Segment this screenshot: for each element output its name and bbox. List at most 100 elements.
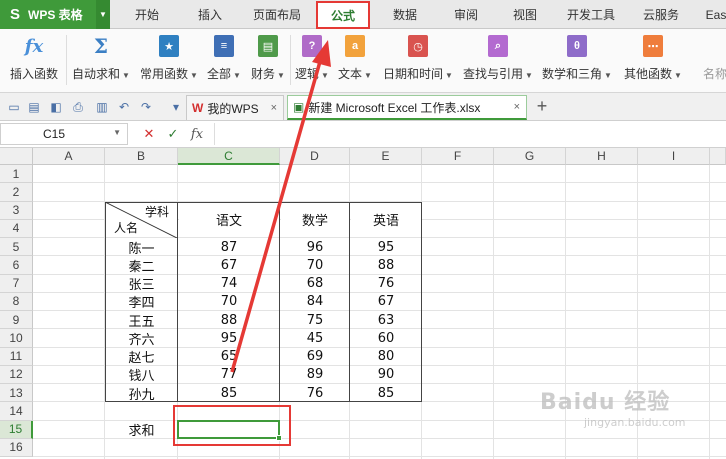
row-header-15[interactable]: 15: [0, 420, 33, 439]
row-header-9[interactable]: 9: [0, 311, 33, 330]
ribbon-button-7[interactable]: ◷ 日期和时间 ▼: [380, 32, 456, 88]
save-icon[interactable]: ▤: [26, 99, 42, 115]
ribbon-button-0[interactable]: fx 插入函数: [4, 32, 64, 88]
sigma-icon: Σ: [93, 34, 109, 58]
ribbon-label-text: 其他函数: [624, 67, 673, 81]
row-header-11[interactable]: 11: [0, 347, 33, 366]
ribbon-button-label: 自动求和 ▼: [72, 65, 130, 82]
theta-icon: θ: [567, 35, 587, 57]
row-header-2[interactable]: 2: [0, 183, 33, 202]
row-header-10[interactable]: 10: [0, 329, 33, 348]
ribbon-button-11[interactable]: 名称: [700, 32, 726, 88]
chevron-down-icon: ▼: [525, 71, 533, 80]
menu-tab-8[interactable]: 云服务: [631, 0, 691, 29]
document-tab-0[interactable]: W 我的WPS ×: [186, 95, 284, 120]
column-header-h[interactable]: H: [566, 148, 638, 165]
watermark-brand: Baidu 经验: [540, 390, 671, 415]
ribbon-button-1[interactable]: Σ 自动求和 ▼: [70, 32, 132, 88]
ribbon-button-9[interactable]: θ 数学和三角 ▼: [541, 32, 613, 88]
name-box[interactable]: C15 ▼: [0, 123, 128, 145]
fx-icon[interactable]: fx: [188, 125, 206, 143]
select-all-corner[interactable]: [0, 148, 33, 165]
ribbon-separator: [290, 35, 291, 85]
ribbon-button-label: 常用函数 ▼: [140, 65, 198, 82]
folder-icon[interactable]: ▭: [6, 99, 22, 115]
app-menu-button[interactable]: S WPS 表格 ▼: [0, 0, 110, 29]
column-header-i[interactable]: I: [638, 148, 710, 165]
menu-tab-0[interactable]: 开始: [117, 0, 177, 29]
confirm-icon[interactable]: ✓: [164, 125, 182, 143]
close-icon[interactable]: ×: [271, 102, 277, 114]
score-cell: 89: [306, 367, 324, 383]
column-header-a[interactable]: A: [33, 148, 105, 165]
row-header-1[interactable]: 1: [0, 165, 33, 184]
more-icon[interactable]: ▾: [168, 99, 184, 115]
subject-header: 语文: [215, 214, 242, 230]
menu-tab-6[interactable]: 视图: [499, 0, 551, 29]
menu-tab-1[interactable]: 插入: [184, 0, 236, 29]
row-header-12[interactable]: 12: [0, 365, 33, 384]
chevron-down-icon[interactable]: ▼: [113, 128, 121, 137]
book-icon: ≡: [214, 35, 234, 57]
new-tab-plus-icon[interactable]: +: [533, 96, 551, 116]
ribbon-button-6[interactable]: a 文本 ▼: [335, 32, 375, 88]
row-header-4[interactable]: 4: [0, 219, 33, 238]
ribbon-button-5[interactable]: ? 逻辑 ▼: [293, 32, 331, 88]
score-cell: 90: [377, 367, 395, 383]
menu-tab-2[interactable]: 页面布局: [241, 0, 313, 29]
star-icon: ★: [159, 35, 179, 57]
chevron-down-icon: ▼: [674, 71, 682, 80]
ribbon-label-text: 逻辑: [295, 67, 320, 81]
ribbon-button-3[interactable]: ≡ 全部 ▼: [204, 32, 244, 88]
redo-icon[interactable]: ↷: [138, 99, 154, 115]
menu-tab-7[interactable]: 开发工具: [556, 0, 626, 29]
formula-input[interactable]: [214, 123, 724, 145]
print-preview-icon[interactable]: ◧: [48, 99, 64, 115]
student-name: 钱八: [128, 369, 155, 385]
column-header-g[interactable]: G: [494, 148, 566, 165]
print-icon[interactable]: ⎙: [70, 99, 86, 115]
row-header-5[interactable]: 5: [0, 238, 33, 257]
ribbon-button-4[interactable]: ▤ 财务 ▼: [248, 32, 288, 88]
formula-bar: C15 ▼ ✕ ✓ fx: [0, 121, 726, 148]
column-header-f[interactable]: F: [422, 148, 494, 165]
menu-tab-9[interactable]: Eas: [701, 0, 726, 29]
ribbon-label-text: 全部: [207, 67, 232, 81]
header-name-label: 人名: [113, 221, 138, 235]
grid-icon: ⋯: [643, 35, 663, 57]
subject-header: 英语: [372, 214, 399, 230]
chevron-down-icon[interactable]: ▼: [96, 0, 110, 29]
ribbon-button-2[interactable]: ★ 常用函数 ▼: [138, 32, 200, 88]
close-icon[interactable]: ×: [514, 101, 520, 113]
row-header-3[interactable]: 3: [0, 201, 33, 220]
ribbon-label-text: 数学和三角: [542, 67, 603, 81]
ribbon-button-label: 日期和时间 ▼: [383, 65, 453, 82]
export-icon[interactable]: ▥: [94, 99, 110, 115]
score-cell: 88: [220, 312, 238, 328]
row-header-13[interactable]: 13: [0, 384, 33, 403]
row-header-6[interactable]: 6: [0, 256, 33, 275]
ribbon-label-text: 插入函数: [9, 67, 58, 81]
row-header-16[interactable]: 16: [0, 438, 33, 457]
row-header-8[interactable]: 8: [0, 292, 33, 311]
undo-icon[interactable]: ↶: [116, 99, 132, 115]
column-header-d[interactable]: D: [280, 148, 350, 165]
ribbon-button-8[interactable]: ⌕ 查找与引用 ▼: [462, 32, 534, 88]
fx-icon: fx: [24, 35, 44, 57]
menu-tab-4[interactable]: 数据: [377, 0, 433, 29]
document-tab-bar: ▭ ▤ ◧ ⎙ ▥ ↶ ↷ ▾ W 我的WPS × ▣ 新建 Microsoft Excel 工作表.…: [0, 93, 726, 121]
score-cell: 45: [306, 330, 324, 346]
menu-tab-3[interactable]: 公式: [316, 1, 370, 29]
sum-label: 求和: [128, 424, 155, 440]
row-header-7[interactable]: 7: [0, 274, 33, 293]
cancel-icon[interactable]: ✕: [140, 125, 158, 143]
document-tab-1[interactable]: ▣ 新建 Microsoft Excel 工作表.xlsx ×: [287, 95, 527, 120]
row-header-14[interactable]: 14: [0, 402, 33, 421]
column-header-e[interactable]: E: [350, 148, 422, 165]
column-header-b[interactable]: B: [105, 148, 178, 165]
document-tab-label: 我的WPS: [207, 101, 259, 116]
menu-tab-5[interactable]: 审阅: [439, 0, 493, 29]
ribbon-button-10[interactable]: ⋯ 其他函数 ▼: [620, 32, 686, 88]
ribbon-label-text: 查找与引用: [463, 67, 524, 81]
column-header-c[interactable]: C: [178, 148, 280, 165]
